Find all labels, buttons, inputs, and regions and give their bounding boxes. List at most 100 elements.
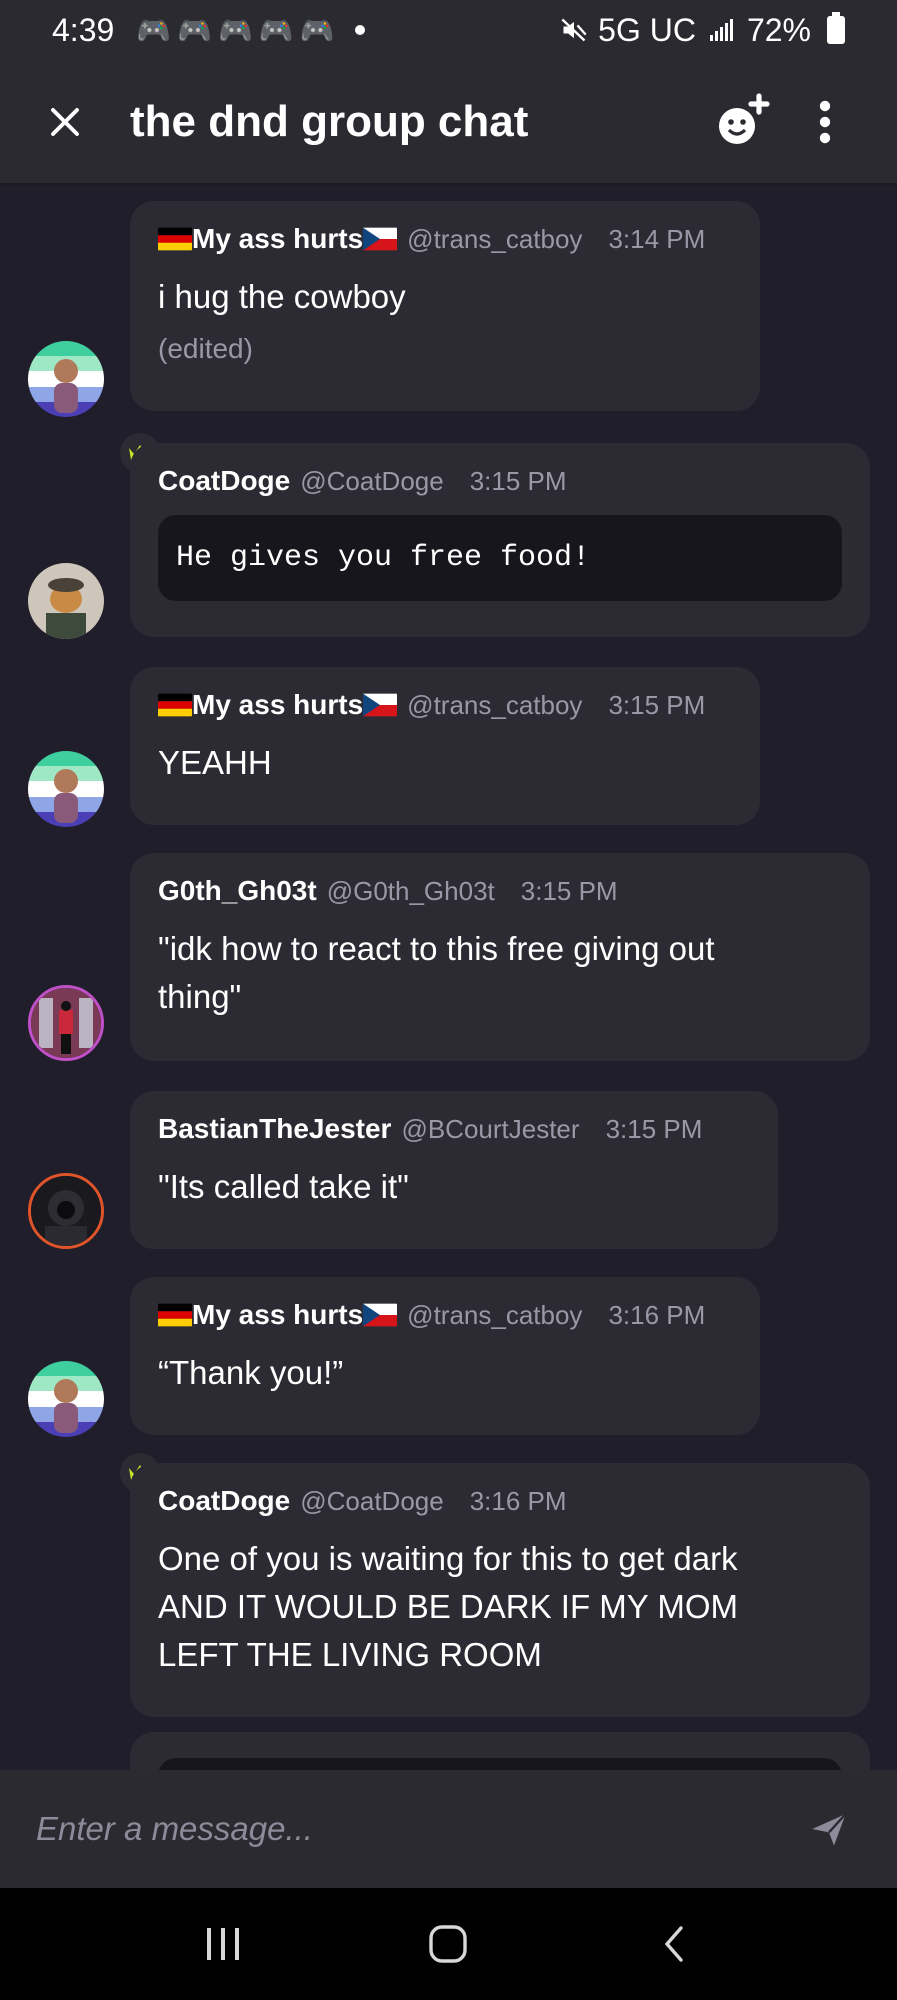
user-avatar-icon: [28, 751, 104, 827]
message-meta: My ass hurts @trans_catboy 3:14 PM: [158, 223, 732, 255]
discord-notification-icon: 🎮: [299, 14, 335, 46]
message-bubble[interactable]: G0th_Gh03t @G0th_Gh03t 3:15 PM "idk how …: [130, 853, 870, 1061]
germany-flag-icon: [158, 1303, 192, 1327]
author-handle: @CoatDoge: [300, 1486, 444, 1516]
user-avatar-icon: [28, 341, 104, 417]
author-name[interactable]: BastianTheJester: [158, 1113, 391, 1145]
author-handle: @CoatDoge: [300, 466, 444, 496]
author-name-text: My ass hurts: [192, 223, 364, 254]
battery-percent: 72%: [746, 11, 811, 48]
discord-notification-icon: 🎮: [218, 14, 253, 46]
home-button[interactable]: [408, 1904, 488, 1984]
message-text: i hug the cowboy: [158, 278, 406, 315]
add-reaction-button[interactable]: [709, 90, 773, 154]
author-handle: @G0th_Gh03t: [326, 876, 495, 906]
message-text-line: AND IT WOULD BE DARK IF MY MOM: [158, 1587, 738, 1625]
chat-header: the dnd group chat: [0, 60, 897, 185]
message-text: "Its called take it": [158, 1168, 409, 1205]
message-time: 3:15 PM: [605, 1114, 703, 1144]
message-text: One of you is waiting for this to get da…: [158, 1535, 842, 1679]
message-text-line: LEFT THE LIVING ROOM: [158, 1635, 542, 1673]
avatar[interactable]: [28, 751, 104, 827]
close-icon: [51, 107, 79, 136]
czech-flag-icon: [363, 693, 398, 717]
status-left: 4:39 🎮 🎮 🎮 🎮 🎮: [52, 12, 365, 49]
author-name[interactable]: G0th_Gh03t: [158, 875, 317, 907]
message-text-line: One of you is waiting for this to get da…: [158, 1540, 738, 1577]
signal-icon: [709, 19, 733, 41]
message-text: “Thank you!”: [158, 1354, 344, 1391]
more-vertical-icon: [819, 100, 831, 143]
send-icon: [812, 1813, 847, 1846]
recent-apps-button[interactable]: [183, 1904, 263, 1984]
message-meta: My ass hurts @trans_catboy 3:16 PM: [158, 1299, 732, 1331]
author-name[interactable]: CoatDoge: [158, 465, 290, 497]
author-handle: @BCourtJester: [401, 1114, 580, 1144]
author-name[interactable]: My ass hurts: [158, 223, 398, 255]
back-button[interactable]: [634, 1904, 714, 1984]
author-handle: @trans_catboy: [407, 690, 583, 720]
message-meta: CoatDoge @CoatDoge 3:15 PM: [158, 465, 842, 497]
notification-icons: 🎮 🎮 🎮 🎮 🎮: [136, 14, 334, 47]
avatar[interactable]: [28, 1361, 104, 1437]
avatar[interactable]: [28, 985, 104, 1061]
author-name[interactable]: My ass hurts: [158, 689, 398, 721]
message-meta: CoatDoge @CoatDoge 3:16 PM: [158, 1485, 842, 1517]
message-input[interactable]: [36, 1810, 797, 1848]
author-handle: @trans_catboy: [407, 224, 583, 254]
czech-flag-icon: [363, 227, 398, 251]
message-text-line: "idk how to react to this free giving ou…: [158, 930, 715, 967]
avatar[interactable]: [28, 1173, 104, 1249]
germany-flag-icon: [158, 227, 192, 251]
code-block-partial: [158, 1758, 842, 1770]
message-composer: [0, 1770, 897, 1888]
message-bubble[interactable]: CoatDoge @CoatDoge 3:15 PM He gives you …: [130, 443, 870, 637]
message-time: 3:15 PM: [608, 690, 706, 720]
user-avatar-icon: [28, 1361, 104, 1437]
message-time: 3:14 PM: [608, 224, 706, 254]
network-label: 5G UC: [598, 11, 696, 48]
code-block: He gives you free food!: [158, 515, 842, 601]
germany-flag-icon: [158, 693, 192, 717]
user-avatar-icon: [28, 563, 104, 639]
recent-apps-icon: [206, 1928, 239, 1960]
author-name[interactable]: CoatDoge: [158, 1485, 290, 1517]
message-bubble[interactable]: My ass hurts @trans_catboy 3:15 PM YEAHH: [130, 667, 760, 825]
status-bar: 4:39 🎮 🎮 🎮 🎮 🎮 5G UC 72%: [0, 0, 897, 60]
chat-title: the dnd group chat: [130, 96, 529, 146]
message-bubble[interactable]: BastianTheJester @BCourtJester 3:15 PM "…: [130, 1091, 778, 1249]
message-list[interactable]: My ass hurts @trans_catboy 3:14 PM i hug…: [0, 187, 897, 1770]
back-icon: [664, 1926, 683, 1962]
avatar[interactable]: [28, 341, 104, 417]
user-avatar-icon: [31, 988, 101, 1058]
message-bubble[interactable]: CoatDoge @CoatDoge 3:16 PM One of you is…: [130, 1463, 870, 1717]
send-button[interactable]: [797, 1797, 861, 1861]
avatar[interactable]: [28, 563, 104, 639]
czech-flag-icon: [363, 1303, 398, 1327]
battery-icon: [827, 12, 845, 44]
message-meta: My ass hurts @trans_catboy 3:15 PM: [158, 689, 732, 721]
message-text-line: thing": [158, 977, 242, 1015]
message-text: YEAHH: [158, 744, 272, 781]
message-bubble[interactable]: My ass hurts @trans_catboy 3:16 PM “Than…: [130, 1277, 760, 1435]
message-meta: BastianTheJester @BCourtJester 3:15 PM: [158, 1113, 750, 1145]
author-name[interactable]: My ass hurts: [158, 1299, 398, 1331]
add-emoji-icon: [719, 92, 770, 144]
user-avatar-icon: [31, 1176, 101, 1246]
message-bubble-partial[interactable]: [130, 1732, 870, 1770]
home-icon: [429, 1925, 468, 1963]
author-name-text: My ass hurts: [192, 689, 364, 720]
author-handle: @trans_catboy: [407, 1300, 583, 1330]
message-time: 3:15 PM: [469, 466, 567, 496]
message-time: 3:16 PM: [608, 1300, 706, 1330]
more-options-button[interactable]: [793, 90, 857, 154]
message-bubble[interactable]: My ass hurts @trans_catboy 3:14 PM i hug…: [130, 201, 760, 411]
discord-notification-icon: 🎮: [136, 14, 172, 46]
discord-notification-icon: 🎮: [177, 14, 213, 46]
discord-notification-icon: 🎮: [258, 14, 294, 46]
close-button[interactable]: [40, 97, 90, 147]
message-time: 3:15 PM: [520, 876, 618, 906]
author-name-text: My ass hurts: [192, 1299, 364, 1330]
status-right: 5G UC 72%: [560, 12, 845, 49]
edited-label: (edited): [158, 332, 253, 364]
